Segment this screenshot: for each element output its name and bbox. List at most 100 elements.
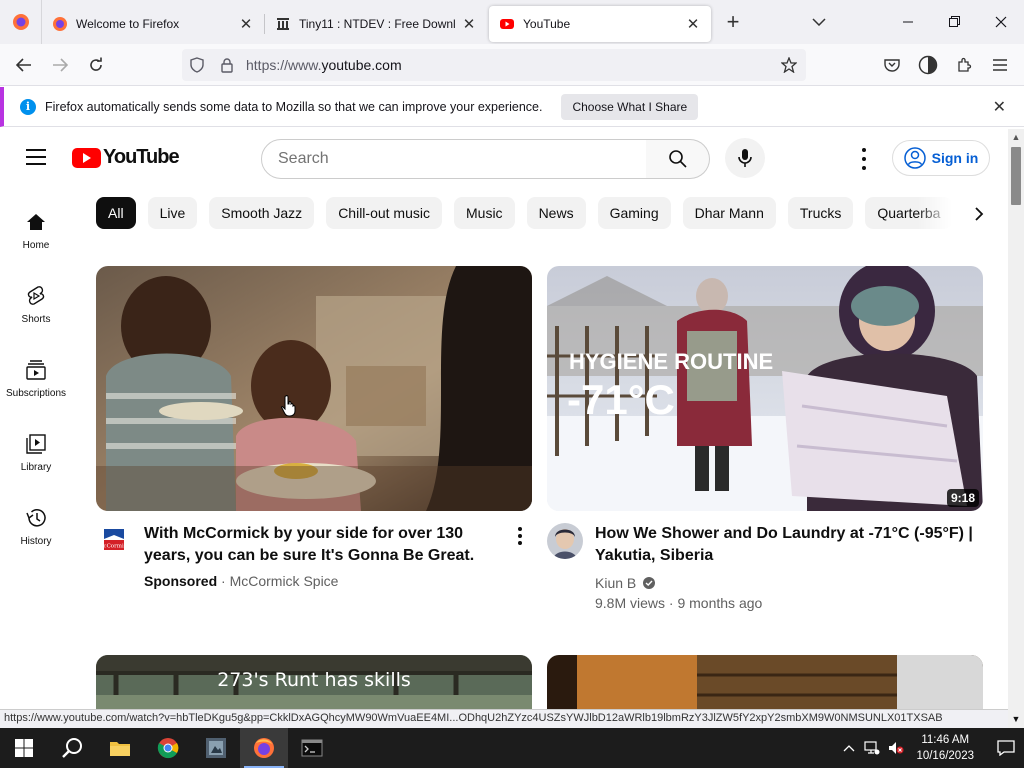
notification-center-icon[interactable] [988, 728, 1024, 768]
sidebar-item-history[interactable]: History [0, 489, 72, 563]
video-thumbnail[interactable] [96, 266, 532, 511]
video-thumbnail[interactable]: HYGIENE ROUTINE -71°C 9:18 [547, 266, 983, 511]
chip-live[interactable]: Live [147, 197, 198, 229]
taskbar-search-button[interactable] [48, 728, 96, 768]
network-icon[interactable] [860, 741, 884, 755]
back-button[interactable] [8, 49, 40, 81]
clock-time: 11:46 AM [921, 734, 970, 746]
close-notification-icon[interactable]: ✕ [993, 97, 1006, 117]
reload-button[interactable] [80, 49, 112, 81]
taskbar-firefox[interactable] [240, 728, 288, 768]
video-thumbnail-row2-left[interactable]: 273's Runt has skills [96, 655, 532, 709]
chip-news[interactable]: News [526, 197, 586, 229]
minimize-icon [903, 21, 913, 23]
youtube-page: YouTube Search Sign in Home Shorts Subsc… [0, 129, 1008, 709]
channel-avatar[interactable] [547, 523, 583, 559]
search-icon [668, 150, 687, 168]
account-icon[interactable] [912, 49, 944, 81]
scroll-down-arrow-icon[interactable]: ▼ [1008, 709, 1024, 728]
firefox-icon [12, 14, 29, 30]
sign-in-button[interactable]: Sign in [892, 140, 990, 176]
minimize-button[interactable] [886, 0, 932, 44]
taskbar-app[interactable] [192, 728, 240, 768]
library-icon [24, 432, 48, 456]
home-icon [24, 210, 48, 234]
close-tab-icon[interactable]: ✕ [461, 16, 477, 33]
video-thumbnail-row2-right[interactable] [547, 655, 983, 709]
chrome-icon [157, 738, 179, 759]
lock-icon[interactable] [212, 57, 242, 73]
taskbar-terminal[interactable] [288, 728, 336, 768]
sidebar-item-home[interactable]: Home [0, 193, 72, 267]
thumbnail-overlay-text: 273's Runt has skills [217, 669, 411, 691]
taskbar-file-explorer[interactable] [96, 728, 144, 768]
url-text[interactable]: https://www.youtube.com [246, 57, 774, 73]
chip-music[interactable]: Music [454, 197, 515, 229]
volume-muted-icon[interactable] [884, 741, 908, 755]
firefox-view-button[interactable] [0, 0, 42, 44]
url-domain: youtube.com [321, 57, 402, 73]
mccormick-logo-avatar[interactable]: McCormick [96, 523, 132, 559]
video-card-sponsored[interactable]: McCormick With McCormick by your side fo… [96, 266, 532, 591]
youtube-play-icon [72, 147, 101, 168]
chip-dhar-mann[interactable]: Dhar Mann [682, 197, 776, 229]
sidebar-item-shorts[interactable]: Shorts [0, 267, 72, 341]
forward-button[interactable] [44, 49, 76, 81]
bookmark-star-icon[interactable] [774, 57, 804, 73]
pocket-icon[interactable] [876, 49, 908, 81]
extensions-icon[interactable] [948, 49, 980, 81]
sidebar-item-label: Library [20, 461, 52, 473]
channel-name[interactable]: · McCormick Spice [221, 573, 338, 589]
choose-what-i-share-button[interactable]: Choose What I Share [561, 93, 699, 120]
chip-chill-out-music[interactable]: Chill-out music [326, 197, 442, 229]
link-status-bar: https://www.youtube.com/watch?v=hbTleDKg… [0, 709, 1008, 728]
sign-in-label: Sign in [931, 150, 979, 166]
chip-quarterback[interactable]: Quarterba [865, 197, 953, 229]
search-input[interactable]: Search [261, 139, 647, 179]
maximize-button[interactable] [932, 0, 978, 44]
tab-welcome[interactable]: Welcome to Firefox ✕ [42, 6, 264, 42]
new-tab-button[interactable]: + [715, 4, 751, 40]
firefox-icon [254, 738, 274, 758]
video-title[interactable]: How We Shower and Do Laundry at -71°C (-… [595, 523, 983, 567]
start-button[interactable] [0, 728, 48, 768]
video-action-menu-icon[interactable] [508, 523, 532, 591]
chip-gaming[interactable]: Gaming [597, 197, 671, 229]
page-scrollbar[interactable]: ▲ [1008, 129, 1024, 709]
guide-menu-icon[interactable] [26, 149, 46, 165]
close-tab-icon[interactable]: ✕ [685, 16, 701, 33]
search-button[interactable] [646, 139, 710, 179]
chip-trucks[interactable]: Trucks [787, 197, 854, 229]
close-window-button[interactable] [978, 0, 1024, 44]
chip-smooth-jazz[interactable]: Smooth Jazz [209, 197, 315, 229]
chips-next-arrow-icon[interactable] [964, 199, 994, 229]
chip-all[interactable]: All [96, 197, 136, 229]
video-stats: 9.8M views · 9 months ago [595, 595, 763, 611]
sidebar-item-subscriptions[interactable]: Subscriptions [0, 341, 72, 415]
video-card[interactable]: HYGIENE ROUTINE -71°C 9:18 How We Shower… [547, 266, 983, 613]
tracking-protection-shield-icon[interactable] [182, 57, 212, 73]
system-clock[interactable]: 11:46 AM 10/16/2023 [916, 732, 974, 764]
video-title[interactable]: With McCormick by your side for over 130… [144, 523, 508, 567]
video-duration-badge: 9:18 [946, 489, 979, 507]
scrollbar-thumb[interactable] [1011, 147, 1021, 205]
channel-name[interactable]: Kiun B [595, 575, 636, 591]
list-all-tabs-button[interactable] [801, 4, 837, 40]
taskbar-chrome[interactable] [144, 728, 192, 768]
youtube-logo-text: YouTube [103, 146, 180, 168]
account-circle-icon [903, 147, 926, 169]
settings-kebab-icon[interactable] [852, 148, 876, 170]
tab-title: YouTube [523, 17, 571, 31]
close-tab-icon[interactable]: ✕ [238, 16, 254, 33]
sidebar-item-library[interactable]: Library [0, 415, 72, 489]
tab-youtube[interactable]: YouTube ✕ [489, 6, 711, 42]
app-menu-icon[interactable] [984, 49, 1016, 81]
scroll-up-arrow-icon[interactable]: ▲ [1008, 129, 1024, 145]
show-hidden-icons-chevron-icon[interactable] [838, 744, 860, 752]
tab-tiny11[interactable]: Tiny11 : NTDEV : Free Download ✕ [265, 6, 487, 42]
restore-icon [949, 16, 960, 27]
address-bar[interactable]: https://www.youtube.com [182, 49, 806, 81]
voice-search-button[interactable] [725, 138, 765, 178]
family-dinner-thumbnail-image [96, 266, 532, 511]
youtube-logo[interactable]: YouTube [72, 146, 180, 169]
